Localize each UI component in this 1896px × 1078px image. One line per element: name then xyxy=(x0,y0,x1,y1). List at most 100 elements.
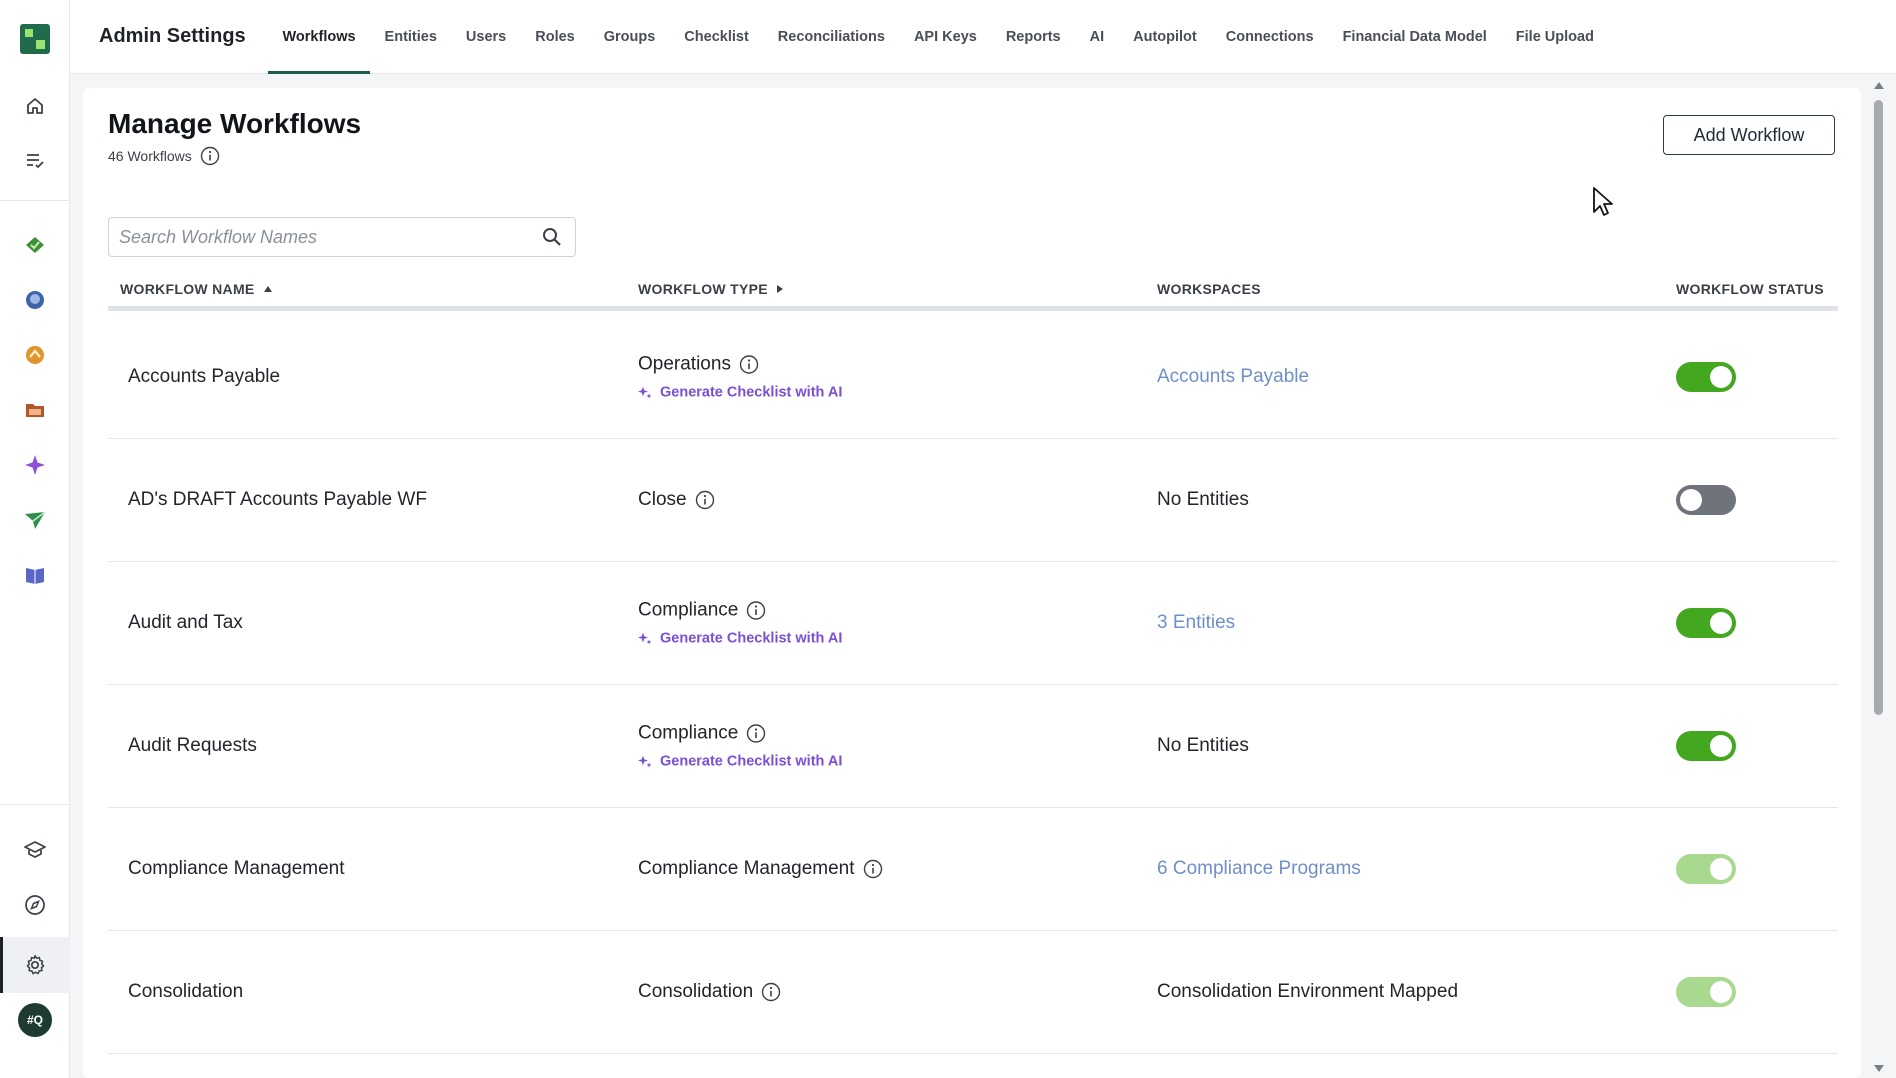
tab-ai[interactable]: AI xyxy=(1075,0,1119,74)
tab-file-upload[interactable]: File Upload xyxy=(1501,0,1608,74)
info-icon[interactable] xyxy=(761,982,781,1002)
reconciliation-module-icon[interactable] xyxy=(15,280,55,320)
workflow-table-body: Accounts Payable Operations Generate Che… xyxy=(108,316,1838,1054)
workflow-type: Consolidation xyxy=(638,981,754,1002)
workflow-status-cell xyxy=(1676,977,1736,1007)
flux-module-icon[interactable] xyxy=(15,335,55,375)
workflow-type: Operations xyxy=(638,353,731,375)
manage-workflows-card: Manage Workflows 46 Workflows Add Workfl… xyxy=(83,88,1861,1078)
app-logo-icon[interactable] xyxy=(20,24,50,54)
ai-sparkle-icon[interactable] xyxy=(15,445,55,485)
search-input[interactable] xyxy=(119,226,539,248)
info-icon[interactable] xyxy=(200,146,220,166)
search-icon[interactable] xyxy=(539,224,565,250)
generate-checklist-ai-link[interactable]: Generate Checklist with AI xyxy=(638,631,842,647)
table-row: Audit and Tax Compliance Generate Checkl… xyxy=(108,562,1838,685)
page-title: Manage Workflows xyxy=(108,108,362,139)
info-icon[interactable] xyxy=(695,490,715,510)
workspaces-link[interactable]: 3 Entities xyxy=(1157,612,1235,634)
page-scrollbar[interactable] xyxy=(1872,80,1886,1078)
mouse-cursor-icon xyxy=(1593,187,1613,216)
workflow-type: Compliance Management xyxy=(638,858,855,879)
scroll-up-icon[interactable] xyxy=(1874,82,1884,89)
tab-autopilot[interactable]: Autopilot xyxy=(1119,0,1212,74)
workflow-status-cell xyxy=(1676,362,1736,392)
workspaces-link[interactable]: 6 Compliance Programs xyxy=(1157,858,1361,880)
workspaces-value: Consolidation Environment Mapped xyxy=(1157,981,1459,1002)
sparkle-icon xyxy=(638,632,652,645)
workflow-name[interactable]: Compliance Management xyxy=(128,858,345,880)
workflow-type-cell: Close xyxy=(638,489,715,511)
workflow-status-toggle[interactable] xyxy=(1676,485,1736,515)
tab-connections[interactable]: Connections xyxy=(1211,0,1328,74)
learning-hat-icon[interactable] xyxy=(15,830,55,870)
workflow-status-cell xyxy=(1676,485,1736,515)
left-nav-rail: #Q xyxy=(0,0,70,1078)
guide-book-icon[interactable] xyxy=(15,555,55,595)
table-row: Compliance Management Compliance Managem… xyxy=(108,808,1838,931)
column-header-workflow-status[interactable]: WORKFLOW STATUS xyxy=(1676,281,1824,297)
generate-checklist-ai-link[interactable]: Generate Checklist with AI xyxy=(638,754,842,770)
workflow-name[interactable]: Consolidation xyxy=(128,981,243,1003)
scrollbar-thumb[interactable] xyxy=(1874,100,1883,715)
generate-checklist-ai-link[interactable]: Generate Checklist with AI xyxy=(638,385,842,401)
add-workflow-button[interactable]: Add Workflow xyxy=(1663,115,1835,155)
workflow-name[interactable]: Audit Requests xyxy=(128,735,257,757)
page-section-title: Admin Settings xyxy=(99,25,246,47)
user-avatar[interactable]: #Q xyxy=(18,1003,52,1037)
workflow-name[interactable]: Audit and Tax xyxy=(128,612,243,634)
column-header-workflow-name[interactable]: WORKFLOW NAME xyxy=(120,281,273,297)
workflow-type: Compliance xyxy=(638,599,739,621)
workflow-status-cell xyxy=(1676,854,1736,884)
tab-groups[interactable]: Groups xyxy=(589,0,670,74)
tasks-list-icon[interactable] xyxy=(15,140,55,180)
workflow-status-cell xyxy=(1676,731,1736,761)
workflow-type: Close xyxy=(638,489,687,510)
home-icon[interactable] xyxy=(15,86,55,126)
workflow-status-toggle[interactable] xyxy=(1676,362,1736,392)
workflow-type-cell: Consolidation xyxy=(638,981,781,1003)
table-row: Audit Requests Compliance Generate Check… xyxy=(108,685,1838,808)
tab-api-keys[interactable]: API Keys xyxy=(899,0,991,74)
tab-reconciliations[interactable]: Reconciliations xyxy=(763,0,899,74)
workspaces-value: No Entities xyxy=(1157,489,1249,510)
send-plane-icon[interactable] xyxy=(15,500,55,540)
info-icon[interactable] xyxy=(863,859,883,879)
tab-financial-data-model[interactable]: Financial Data Model xyxy=(1328,0,1501,74)
info-icon[interactable] xyxy=(746,601,766,621)
documents-folder-icon[interactable] xyxy=(15,390,55,430)
tab-roles[interactable]: Roles xyxy=(521,0,590,74)
workspaces-value: No Entities xyxy=(1157,735,1249,756)
sparkle-icon xyxy=(638,755,652,768)
scroll-down-icon[interactable] xyxy=(1874,1065,1884,1072)
info-icon[interactable] xyxy=(746,724,766,744)
info-icon[interactable] xyxy=(739,355,759,375)
tab-entities[interactable]: Entities xyxy=(370,0,451,74)
checklist-module-icon[interactable] xyxy=(15,225,55,265)
workflow-status-toggle[interactable] xyxy=(1676,608,1736,638)
workflow-status-toggle[interactable] xyxy=(1676,731,1736,761)
compass-icon[interactable] xyxy=(15,885,55,925)
tab-workflows[interactable]: Workflows xyxy=(268,0,371,74)
tab-reports[interactable]: Reports xyxy=(991,0,1075,74)
workflow-name[interactable]: AD's DRAFT Accounts Payable WF xyxy=(128,489,427,511)
workflow-status-toggle[interactable] xyxy=(1676,854,1736,884)
workflow-type-cell: Operations Generate Checklist with AI xyxy=(638,354,842,401)
column-header-workspaces[interactable]: WORKSPACES xyxy=(1157,281,1261,297)
settings-gear-icon[interactable] xyxy=(15,945,55,985)
table-header: WORKFLOW NAME WORKFLOW TYPE WORKSPACES W… xyxy=(108,281,1838,311)
workflow-status-toggle[interactable] xyxy=(1676,977,1736,1007)
workflow-type-cell: Compliance Generate Checklist with AI xyxy=(638,723,842,770)
column-header-workflow-type[interactable]: WORKFLOW TYPE xyxy=(638,281,784,297)
sparkle-icon xyxy=(638,386,652,399)
workflow-count: 46 Workflows xyxy=(108,146,220,166)
tab-users[interactable]: Users xyxy=(451,0,520,74)
workflow-name[interactable]: Accounts Payable xyxy=(128,366,280,388)
table-row: Accounts Payable Operations Generate Che… xyxy=(108,316,1838,439)
tab-checklist[interactable]: Checklist xyxy=(670,0,763,74)
workflow-type: Compliance xyxy=(638,722,739,744)
table-row: Consolidation Consolidation Consolidatio… xyxy=(108,931,1838,1054)
workspaces-link[interactable]: Accounts Payable xyxy=(1157,366,1309,388)
workflow-count-label: 46 Workflows xyxy=(108,148,192,164)
workflow-type-cell: Compliance Management xyxy=(638,858,883,880)
